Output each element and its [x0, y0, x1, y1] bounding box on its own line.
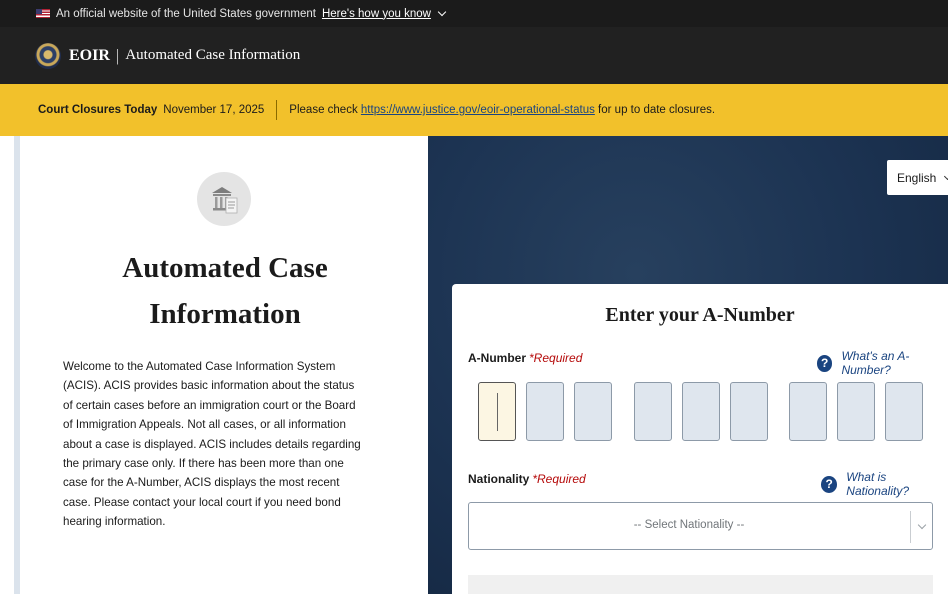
nationality-select[interactable]: -- Select Nationality -- — [468, 502, 933, 550]
nationality-required: *Required — [532, 472, 586, 486]
nationality-placeholder: -- Select Nationality -- — [633, 519, 745, 531]
court-closures-alert: Court Closures Today November 17, 2025 P… — [0, 84, 948, 136]
alert-message-prefix: Please check — [289, 104, 361, 116]
page-title: Automated Case Information — [122, 252, 328, 330]
language-select[interactable]: English — [887, 160, 948, 195]
a-number-digit-8[interactable] — [837, 382, 875, 441]
nationality-label: Nationality *Required — [468, 472, 586, 486]
whats-an-a-number-link[interactable]: ? What's an A-Number? — [817, 349, 948, 377]
intro-description: Welcome to the Automated Case Informatio… — [63, 360, 361, 529]
select-divider — [910, 511, 911, 543]
chevron-down-icon[interactable] — [437, 7, 447, 17]
question-circle-icon[interactable]: ? — [817, 354, 833, 372]
header-separator: | — [115, 45, 120, 65]
courthouse-icon — [197, 172, 251, 226]
a-number-digit-7[interactable] — [789, 382, 827, 441]
gov-banner-text: An official website of the United States… — [56, 7, 316, 20]
language-selected: English — [897, 170, 937, 185]
a-number-digit-5[interactable] — [682, 382, 720, 441]
doj-seal-icon[interactable] — [35, 42, 61, 69]
gov-banner: An official website of the United States… — [0, 0, 948, 27]
alert-divider — [276, 100, 278, 120]
app-name[interactable]: Automated Case Information — [125, 47, 300, 64]
brand-name[interactable]: EOIR — [69, 47, 110, 65]
a-number-digit-2[interactable] — [526, 382, 564, 441]
chevron-down-icon[interactable] — [917, 520, 927, 530]
a-number-digit-9[interactable] — [885, 382, 923, 441]
a-number-digit-4[interactable] — [634, 382, 672, 441]
heres-how-you-know-link[interactable]: Here's how you know — [322, 8, 431, 20]
a-number-digit-6[interactable] — [730, 382, 768, 441]
operational-status-link[interactable]: https://www.justice.gov/eoir-operational… — [361, 104, 595, 116]
what-is-nationality-link[interactable]: ? What is Nationality? — [821, 470, 948, 498]
a-number-label: A-Number *Required — [468, 351, 583, 365]
question-circle-icon[interactable]: ? — [821, 475, 838, 493]
us-flag-icon — [36, 9, 50, 18]
alert-date: November 17, 2025 — [163, 104, 265, 116]
alert-label: Court Closures Today — [38, 104, 158, 116]
chevron-down-icon — [944, 172, 948, 180]
form-title: Enter your A-Number — [605, 304, 795, 326]
site-header: EOIR | Automated Case Information — [0, 27, 948, 84]
form-section-placeholder — [468, 575, 933, 594]
alert-message-suffix: for up to date closures. — [594, 104, 716, 116]
a-number-required: *Required — [529, 351, 583, 365]
a-number-digit-3[interactable] — [574, 382, 612, 441]
a-number-digit-1[interactable] — [478, 382, 516, 441]
